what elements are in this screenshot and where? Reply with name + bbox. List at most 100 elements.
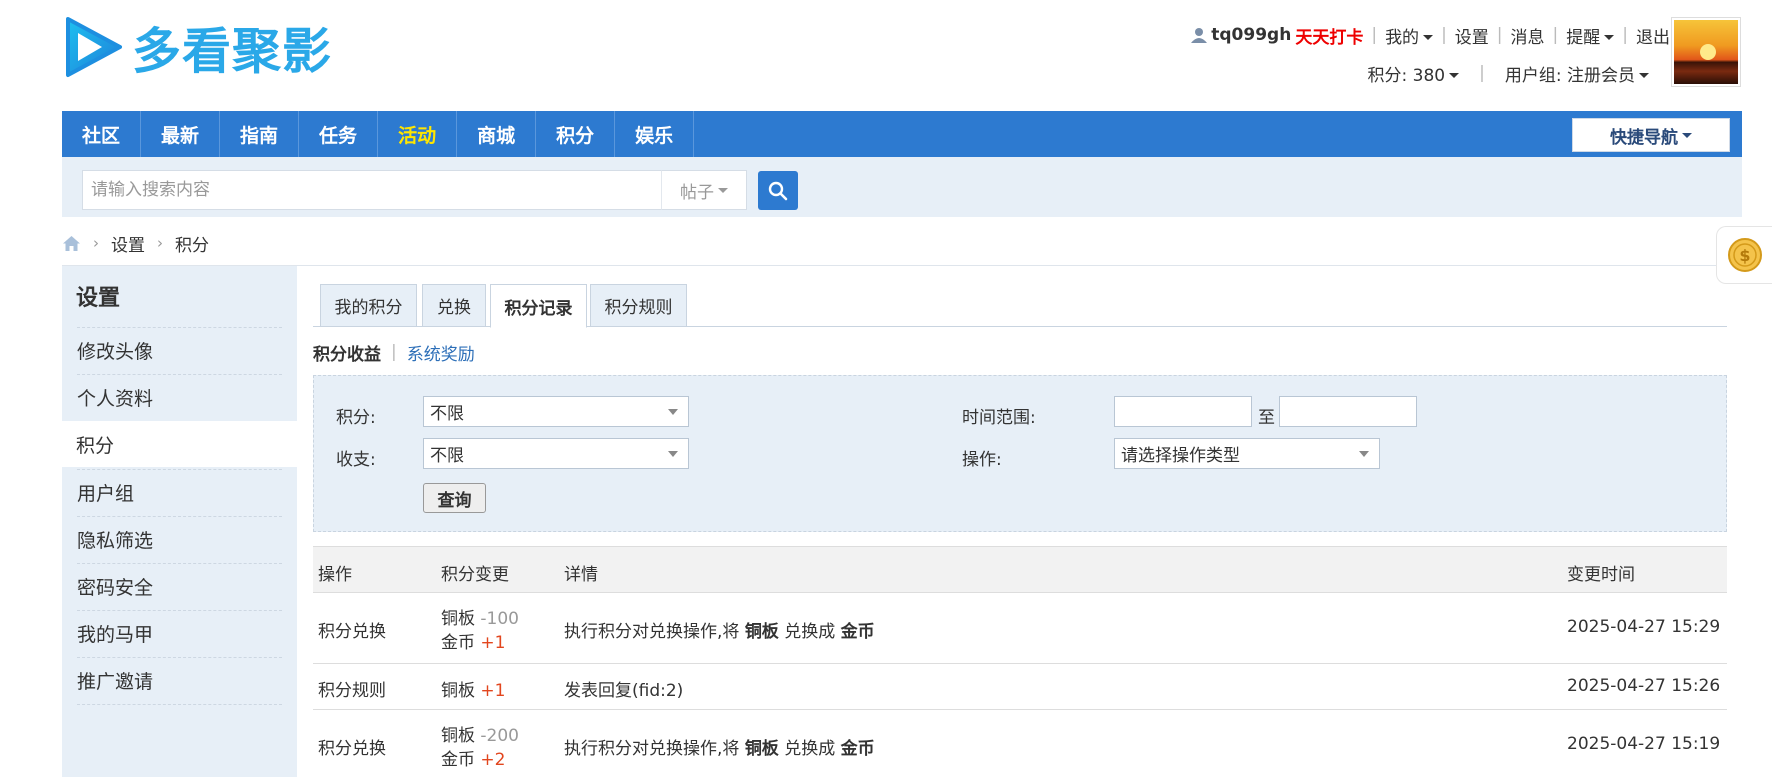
search-button[interactable] bbox=[758, 171, 798, 210]
home-icon[interactable] bbox=[62, 235, 81, 252]
reminder-menu[interactable]: 提醒 bbox=[1566, 23, 1615, 48]
quick-nav-button[interactable]: 快捷导航 bbox=[1572, 118, 1730, 152]
operation-select[interactable]: 请选择操作类型 bbox=[1114, 438, 1380, 469]
sidebar-item-vest[interactable]: 我的马甲 bbox=[77, 610, 282, 656]
nav-item-latest[interactable]: 最新 bbox=[141, 111, 221, 157]
tab-points-rules[interactable]: 积分规则 bbox=[590, 284, 687, 327]
nav-item-guide[interactable]: 指南 bbox=[220, 111, 300, 157]
points-select[interactable]: 不限 bbox=[423, 396, 689, 427]
table-row: 积分兑换 铜板 -100 金币 +1 执行积分对兑换操作,将 铜板 兑换成 金币… bbox=[313, 593, 1727, 664]
chevron-down-icon bbox=[1359, 451, 1369, 457]
chevron-down-icon bbox=[668, 409, 678, 415]
svg-text:$: $ bbox=[1739, 246, 1750, 265]
nav-item-points[interactable]: 积分 bbox=[536, 111, 616, 157]
chevron-down-icon bbox=[1423, 35, 1434, 40]
checkin-link[interactable]: 天天打卡 bbox=[1295, 23, 1363, 48]
row-operation: 积分兑换 bbox=[318, 622, 386, 642]
tab-exchange[interactable]: 兑换 bbox=[422, 284, 486, 327]
search-bar: 帖子 bbox=[62, 157, 1742, 217]
sidebar-item-privacy[interactable]: 隐私筛选 bbox=[77, 516, 282, 562]
row-time: 2025-04-27 15:29 bbox=[1567, 617, 1721, 637]
breadcrumb-settings[interactable]: 设置 bbox=[111, 231, 145, 256]
sidebar-item-invite[interactable]: 推广邀请 bbox=[77, 657, 282, 703]
points-menu[interactable]: 积分: 380 bbox=[1368, 61, 1460, 86]
tab-my-points[interactable]: 我的积分 bbox=[320, 284, 417, 327]
settings-link[interactable]: 设置 bbox=[1455, 23, 1489, 48]
row-change: 金币 +1 bbox=[441, 633, 506, 653]
divider: | bbox=[1552, 25, 1559, 45]
sidebar-item-password[interactable]: 密码安全 bbox=[77, 563, 282, 609]
nav-item-tasks[interactable]: 任务 bbox=[299, 111, 379, 157]
nav-item-community[interactable]: 社区 bbox=[62, 111, 142, 157]
breadcrumb-points: 积分 bbox=[175, 235, 209, 256]
tab-points-log[interactable]: 积分记录 bbox=[490, 284, 587, 328]
subtabs: 积分收益 | 系统奖励 bbox=[313, 339, 475, 365]
logout-link[interactable]: 退出 bbox=[1636, 23, 1670, 48]
divider bbox=[77, 704, 282, 705]
row-change: 铜板 -200 bbox=[441, 726, 519, 746]
avatar-image bbox=[1674, 20, 1738, 84]
filter-panel: 积分: 不限 收支: 不限 时间范围: 至 操作: 请选择操作类型 查询 bbox=[313, 375, 1727, 532]
chevron-down-icon bbox=[1639, 73, 1649, 78]
chevron-down-icon bbox=[1682, 132, 1692, 138]
subtab-income[interactable]: 积分收益 bbox=[313, 340, 381, 365]
avatar[interactable] bbox=[1671, 17, 1741, 87]
header-points-change: 积分变更 bbox=[441, 565, 509, 585]
row-change: 铜板 -100 bbox=[441, 609, 519, 629]
row-operation: 积分规则 bbox=[318, 681, 386, 701]
nav-item-shop[interactable]: 商城 bbox=[457, 111, 537, 157]
time-range-label: 时间范围: bbox=[962, 408, 1036, 428]
my-menu[interactable]: 我的 bbox=[1385, 23, 1434, 48]
messages-link[interactable]: 消息 bbox=[1511, 23, 1545, 48]
divider: | bbox=[1371, 25, 1378, 45]
subtab-system-reward[interactable]: 系统奖励 bbox=[407, 340, 475, 365]
table-row: 积分规则 铜板 +1 发表回复(fid:2) 2025-04-27 15:26 bbox=[313, 664, 1727, 710]
row-time: 2025-04-27 15:26 bbox=[1567, 676, 1721, 696]
search-type-select[interactable]: 帖子 bbox=[661, 170, 747, 210]
row-operation: 积分兑换 bbox=[318, 739, 386, 759]
sidebar-title: 设置 bbox=[76, 286, 121, 311]
username-link[interactable]: tq099gh bbox=[1211, 25, 1291, 45]
time-to-label: 至 bbox=[1258, 408, 1275, 428]
chevron-down-icon bbox=[1604, 35, 1615, 40]
sidebar-item-points[interactable]: 积分 bbox=[62, 421, 297, 467]
user-stats: 积分: 380 | 用户组: 注册会员 bbox=[1368, 58, 1649, 88]
divider: | bbox=[1441, 25, 1447, 45]
flow-label: 收支: bbox=[336, 450, 376, 470]
row-time: 2025-04-27 15:19 bbox=[1567, 734, 1721, 754]
table-header: 操作 积分变更 详情 变更时间 bbox=[313, 546, 1727, 593]
row-change: 金币 +2 bbox=[441, 750, 506, 770]
divider bbox=[62, 265, 1742, 266]
site-name: 多看聚影 bbox=[132, 22, 333, 80]
sidebar-item-profile[interactable]: 个人资料 bbox=[77, 374, 282, 420]
breadcrumb-separator: › bbox=[93, 234, 99, 252]
coin-icon: $ bbox=[1727, 238, 1762, 272]
site-logo[interactable]: 多看聚影 bbox=[62, 14, 332, 80]
row-change: 铜板 +1 bbox=[441, 681, 506, 701]
operation-label: 操作: bbox=[962, 450, 1002, 470]
points-log-table: 操作 积分变更 详情 变更时间 积分兑换 铜板 -100 金币 +1 执行积分对… bbox=[313, 546, 1727, 777]
user-icon bbox=[1191, 28, 1208, 43]
search-icon bbox=[768, 181, 788, 200]
sidebar-item-avatar[interactable]: 修改头像 bbox=[77, 327, 282, 373]
table-row: 积分兑换 铜板 -200 金币 +2 执行积分对兑换操作,将 铜板 兑换成 金币… bbox=[313, 710, 1727, 777]
coin-float-button[interactable]: $ bbox=[1716, 226, 1772, 284]
flow-select[interactable]: 不限 bbox=[423, 438, 689, 469]
main-nav: 社区 最新 指南 任务 活动 商城 积分 娱乐 快捷导航 bbox=[62, 111, 1742, 157]
nav-item-events[interactable]: 活动 bbox=[378, 111, 458, 157]
search-input[interactable] bbox=[82, 170, 662, 210]
usergroup-menu[interactable]: 用户组: 注册会员 bbox=[1505, 61, 1649, 86]
header-operation: 操作 bbox=[318, 565, 352, 585]
nav-item-entertainment[interactable]: 娱乐 bbox=[615, 111, 695, 157]
settings-sidebar: 设置 修改头像 个人资料 积分 用户组 隐私筛选 密码安全 我的马甲 推广邀请 bbox=[62, 266, 297, 777]
chevron-down-icon bbox=[668, 451, 678, 457]
end-date-input[interactable] bbox=[1279, 396, 1417, 427]
row-detail: 执行积分对兑换操作,将 铜板 兑换成 金币 bbox=[564, 739, 875, 759]
sidebar-item-usergroup[interactable]: 用户组 bbox=[77, 469, 282, 515]
query-button[interactable]: 查询 bbox=[423, 483, 486, 513]
divider: | bbox=[1479, 63, 1485, 83]
start-date-input[interactable] bbox=[1114, 396, 1252, 427]
header-detail: 详情 bbox=[564, 565, 598, 585]
row-detail: 执行积分对兑换操作,将 铜板 兑换成 金币 bbox=[564, 622, 875, 642]
user-bar: tq099gh 天天打卡 | 我的 | 设置 | 消息 | 提醒 | 退出 bbox=[1191, 20, 1670, 50]
